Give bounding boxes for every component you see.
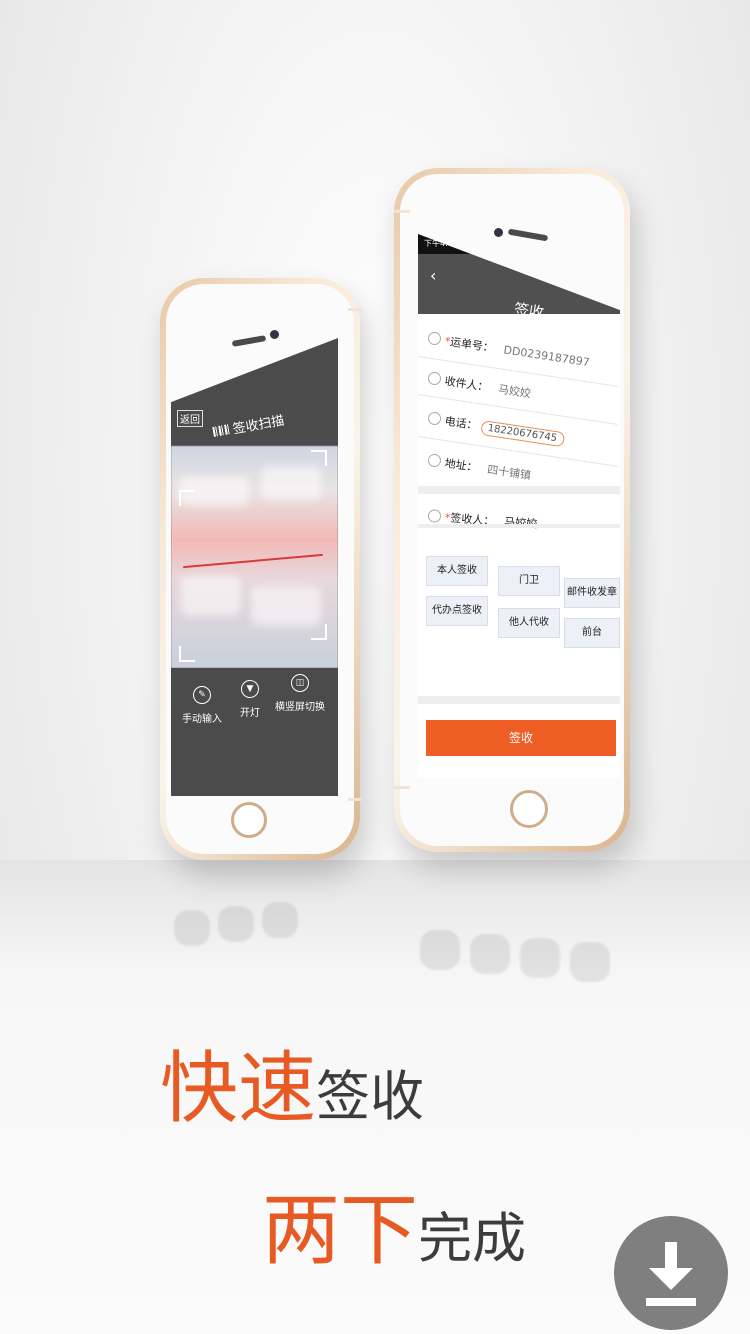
person-icon: [427, 509, 442, 523]
download-button[interactable]: [614, 1216, 728, 1330]
waybill-row: *运单号： DD0239187897: [427, 330, 591, 370]
tagline-big-1: 快速: [160, 1044, 317, 1134]
download-icon-arrowhead: [649, 1268, 693, 1290]
abnormal-sign-button[interactable]: 异常签收: [582, 325, 620, 347]
antenna-line: [394, 786, 410, 789]
signer-value: 马姣姣: [503, 515, 538, 531]
tagline-line1: 快速签收: [160, 1050, 424, 1128]
reflection-right: [420, 870, 620, 990]
list-icon: [427, 331, 442, 346]
chevron-left-icon[interactable]: ‹: [430, 266, 436, 285]
edit-icon: ✎: [193, 686, 211, 704]
tool-label: 开灯: [240, 708, 260, 719]
waybill-value: DD0239187897: [502, 343, 591, 370]
section-gap: [418, 524, 620, 528]
option-mail-stamp[interactable]: 邮件收发章: [564, 578, 620, 608]
tool-label: 横竖屏切换: [275, 702, 325, 713]
receiver-value: 马姣姣: [497, 382, 532, 401]
scan-screen: 返回 签收扫描 ✎ 手动输入 ▼ 开灯 ◫ 横竖屏切换: [171, 338, 338, 796]
option-others-sign[interactable]: 他人代收: [498, 608, 560, 638]
section-gap: [418, 696, 620, 704]
download-icon-base: [646, 1298, 696, 1306]
tagline-small-1: 签收: [316, 1065, 425, 1128]
rotate-screen-icon: ◫: [291, 674, 309, 692]
tagline-small-2: 完成: [418, 1207, 527, 1270]
rotate-screen-button[interactable]: ◫ 横竖屏切换: [275, 674, 325, 713]
phone-icon: [427, 411, 442, 426]
address-row: 地址： 四十铺镇: [427, 452, 532, 483]
manual-input-button[interactable]: ✎ 手动输入: [177, 686, 227, 725]
phone-number-link[interactable]: 18220676745: [479, 419, 565, 448]
back-button[interactable]: 返回: [177, 410, 203, 427]
home-icon: [427, 453, 442, 468]
barcode-icon: [212, 424, 230, 437]
scan-title: 签收扫描: [211, 410, 286, 441]
phone-label: 电话：: [443, 414, 479, 433]
scan-toolbar: ✎ 手动输入 ▼ 开灯 ◫ 横竖屏切换: [171, 668, 338, 796]
signer-row: *签收人： 马姣姣: [427, 508, 538, 532]
scan-corner-br: [311, 624, 327, 640]
reflection-left: [174, 870, 344, 980]
phone-row: 电话： 18220676745: [427, 410, 566, 448]
waybill-label: 运单号：: [449, 335, 495, 355]
left-home-button[interactable]: [231, 802, 267, 838]
phone-number: 18220676745: [486, 422, 558, 445]
scan-corner-tr: [311, 450, 327, 466]
antenna-line: [348, 798, 362, 801]
tagline-line2: 两下完成: [262, 1192, 526, 1270]
address-label: 地址：: [443, 456, 479, 475]
tool-label: 手动输入: [182, 714, 222, 725]
sign-submit-button[interactable]: 签收: [426, 720, 616, 756]
flashlight-button[interactable]: ▼ 开灯: [225, 680, 275, 719]
address-value: 四十铺镇: [486, 462, 532, 483]
person-icon: [427, 371, 442, 386]
receiver-label: 收件人：: [443, 374, 490, 394]
scan-title-text: 签收扫描: [231, 413, 286, 438]
blur-shape: [261, 466, 321, 500]
blur-shape: [251, 586, 321, 626]
flashlight-icon: ▼: [241, 680, 259, 698]
option-agent-sign[interactable]: 代办点签收: [426, 596, 488, 626]
antenna-line: [394, 210, 410, 213]
option-self-sign[interactable]: 本人签收: [426, 556, 488, 586]
blur-shape: [181, 576, 241, 616]
scan-corner-tl: [179, 490, 195, 506]
tagline-big-2: 两下: [262, 1186, 419, 1276]
right-home-button[interactable]: [510, 790, 548, 828]
sign-screen: 下午4:00 ‹ 签收 异常签收 *运单号： DD0239187897 收件人：马…: [418, 234, 620, 778]
section-gap: [418, 486, 620, 494]
left-camera: [270, 330, 279, 339]
antenna-line: [348, 308, 362, 311]
option-doorman[interactable]: 门卫: [498, 566, 560, 596]
page-title: 签收: [512, 299, 546, 322]
right-camera: [494, 228, 503, 237]
option-front-desk[interactable]: 前台: [564, 618, 620, 648]
scan-corner-bl: [179, 646, 195, 662]
receiver-row: 收件人： 马姣姣: [427, 370, 532, 401]
